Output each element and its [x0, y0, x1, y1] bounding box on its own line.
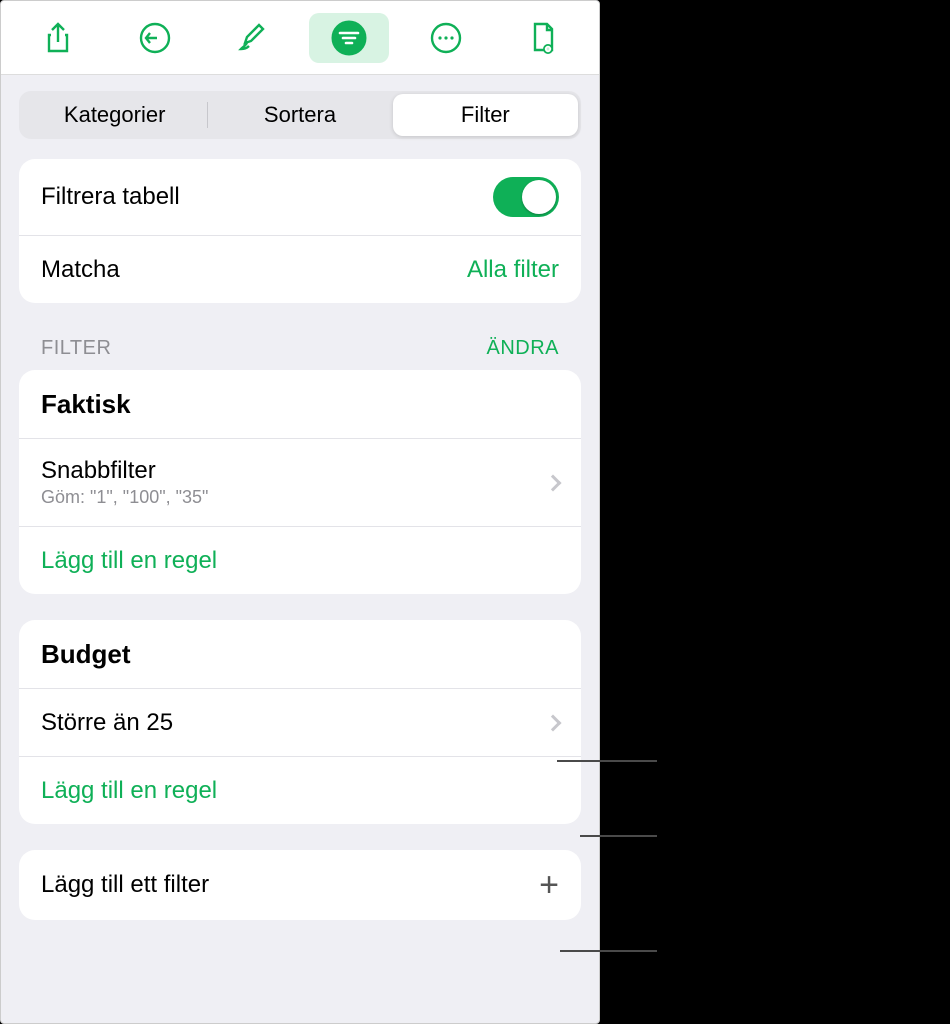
edit-filters-button[interactable]: ÄNDRA	[486, 337, 559, 360]
document-view-button[interactable]	[503, 13, 583, 63]
filter-group-budget: Budget Större än 25 Lägg till en regel	[19, 620, 581, 824]
chevron-right-icon	[545, 714, 562, 731]
add-filter-group: Lägg till ett filter +	[19, 850, 581, 920]
organize-panel: Kategorier Sortera Filter Filtrera tabel…	[0, 0, 600, 1024]
top-toolbar	[1, 1, 599, 75]
tab-filter[interactable]: Filter	[393, 94, 578, 136]
rule-label: Större än 25	[41, 709, 173, 737]
callout-line	[557, 760, 657, 762]
format-brush-button[interactable]	[212, 13, 292, 63]
filter-section-title: FILTER	[41, 337, 111, 360]
share-button[interactable]	[18, 13, 98, 63]
rule-snabbfilter[interactable]: Snabbfilter Göm: "1", "100", "35"	[19, 438, 581, 526]
tab-sort[interactable]: Sortera	[207, 94, 392, 136]
rule-label: Snabbfilter	[41, 457, 208, 485]
add-filter-row[interactable]: Lägg till ett filter +	[19, 850, 581, 920]
filter-section-header: FILTER ÄNDRA	[41, 337, 559, 360]
rule-greater-than[interactable]: Större än 25	[19, 688, 581, 756]
filter-settings-group: Filtrera tabell Matcha Alla filter	[19, 159, 581, 303]
rule-sub: Göm: "1", "100", "35"	[41, 487, 208, 508]
organize-button[interactable]	[309, 13, 389, 63]
organize-tabs: Kategorier Sortera Filter	[19, 91, 581, 139]
filter-table-row: Filtrera tabell	[19, 159, 581, 235]
undo-button[interactable]	[115, 13, 195, 63]
filter-group-faktisk: Faktisk Snabbfilter Göm: "1", "100", "35…	[19, 370, 581, 594]
match-label: Matcha	[41, 256, 120, 284]
filter-table-label: Filtrera tabell	[41, 183, 180, 211]
more-button[interactable]	[406, 13, 486, 63]
add-rule-faktisk[interactable]: Lägg till en regel	[19, 526, 581, 594]
chevron-right-icon	[545, 474, 562, 491]
tab-categories[interactable]: Kategorier	[22, 94, 207, 136]
callout-line	[580, 835, 657, 837]
match-row[interactable]: Matcha Alla filter	[19, 235, 581, 303]
filter-table-toggle[interactable]	[493, 177, 559, 217]
match-value: Alla filter	[467, 256, 559, 284]
group-title-faktisk: Faktisk	[19, 370, 581, 438]
callout-line	[560, 950, 657, 952]
add-filter-label: Lägg till ett filter	[41, 871, 209, 899]
group-title-budget: Budget	[19, 620, 581, 688]
add-rule-budget[interactable]: Lägg till en regel	[19, 756, 581, 824]
plus-icon: +	[539, 868, 559, 902]
